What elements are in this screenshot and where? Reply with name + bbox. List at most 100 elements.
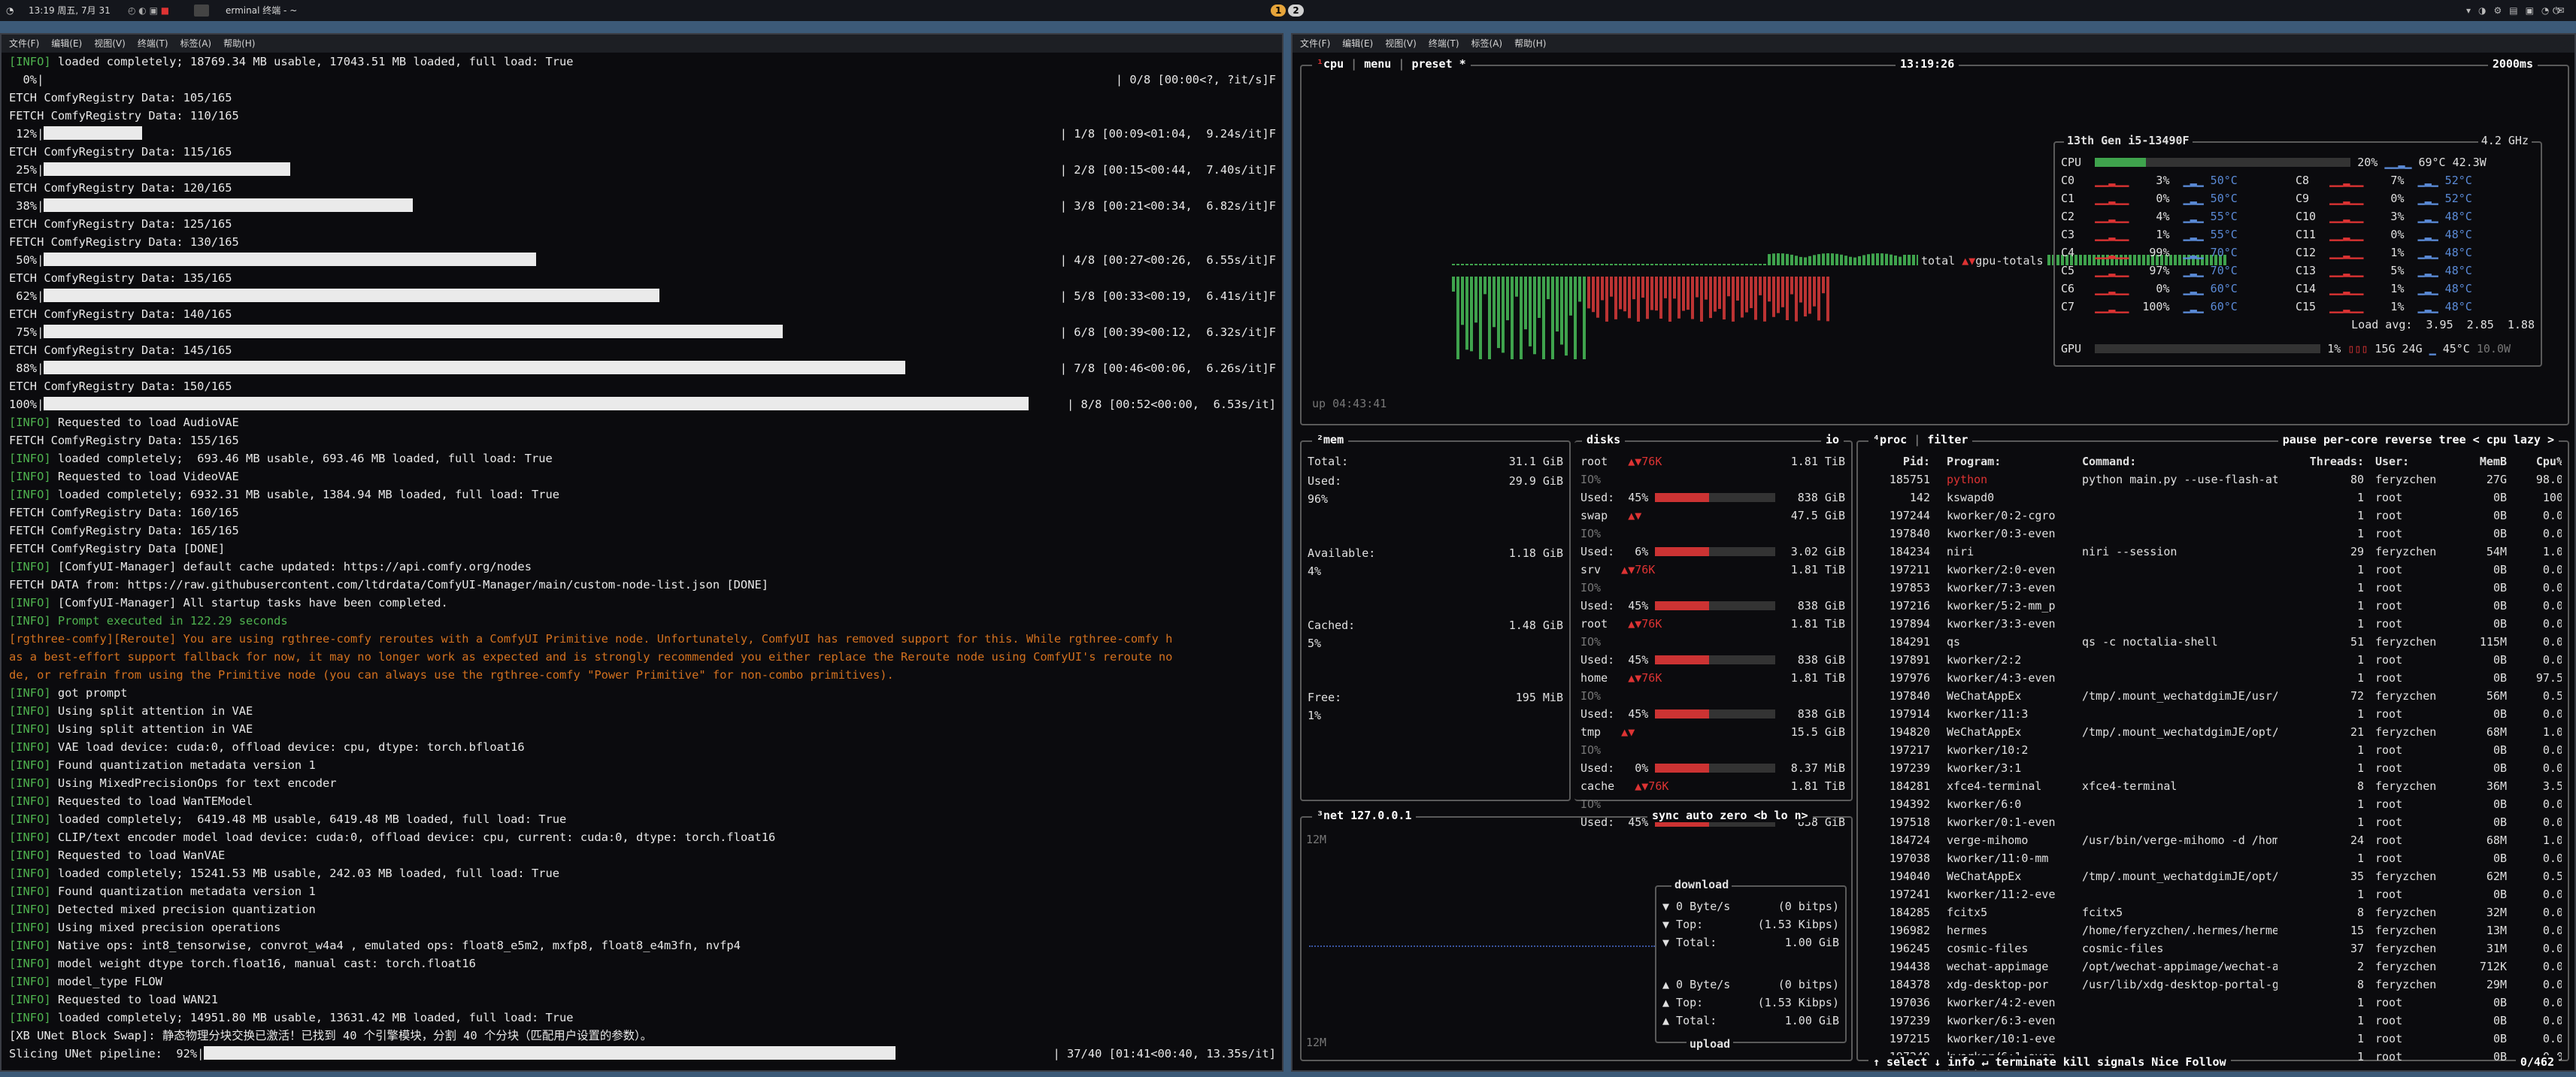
cpu-graph-bar	[1741, 264, 1744, 265]
table-row[interactable]: 197840 WeChatAppEx/tmp/.mount_wechatdgimJ…	[1864, 687, 2562, 705]
btop-window[interactable]: 文件(F) 编辑(E) 视图(V) 终端(T) 标签(A) 帮助(H) ¹cpu | me…	[1291, 33, 2576, 1072]
net-options[interactable]: sync auto zero <b lo n>	[1647, 809, 1813, 822]
menu-item-0[interactable]: 文件(F)	[1300, 38, 1330, 49]
proc-cell: 1	[2356, 563, 2364, 576]
proc-cell: 68M	[2486, 833, 2507, 847]
table-row[interactable]: 184285 fcitx5 fcitx5 8 feryzchen 32M 0.0	[1864, 903, 2562, 921]
gpu-graph-bar	[1601, 277, 1604, 301]
gpu-graph-bar	[1632, 277, 1635, 300]
info-tag: [INFO]	[9, 885, 51, 898]
table-row[interactable]: 197239 kworker/3:1 1 root 0B 0.0	[1864, 759, 2562, 777]
progress-stats: | 2/8 [00:15<00:44, 7.40s/it]F	[1059, 163, 1276, 177]
menu-item-3[interactable]: 终端(T)	[138, 38, 168, 49]
proc-cell: 0B	[2493, 743, 2507, 757]
proc-cell: 197894	[1889, 617, 1930, 631]
table-row[interactable]: 197853 kworker/7:3-even 1 root 0B 0.0	[1864, 579, 2562, 597]
cpu-graph-bar	[1569, 264, 1572, 265]
window-title[interactable]: erminal 终端 - ~	[226, 0, 297, 21]
menu-item-3[interactable]: 终端(T)	[1429, 38, 1459, 49]
table-row[interactable]: 194438 wechat-appimage/opt/wechat-appimag…	[1864, 958, 2562, 976]
table-row[interactable]: 197914 kworker/11:3 1 root 0B 0.0	[1864, 705, 2562, 723]
line-text: loaded completely; 15241.53 MB usable, 2…	[50, 867, 560, 880]
table-row[interactable]: 197211 kworker/2:0-even 1 root 0B 0.0	[1864, 561, 2562, 579]
cpu-graph-bar	[1502, 264, 1505, 265]
proc-footer[interactable]: ↑ select ↓ info ↵ terminate kill signals…	[1868, 1055, 2231, 1069]
table-row[interactable]: 197241 kworker/11:2-eve 1 root 0B 0.0	[1864, 885, 2562, 903]
disk-used-size: 3.02 GiB	[1790, 545, 1845, 558]
table-row[interactable]: 197038 kworker/11:0-mm 1 root 0B 0.0	[1864, 849, 2562, 867]
table-row[interactable]: 197216 kworker/5:2-mm_p 1 root 0B 0.0	[1864, 597, 2562, 615]
gpu-graph-bar	[1596, 277, 1599, 318]
workspace-indicator[interactable]: 12	[1271, 0, 1306, 21]
menu-item-1[interactable]: 编辑(E)	[1342, 38, 1373, 49]
menu-item-5[interactable]: 帮助(H)	[1514, 38, 1546, 49]
cpu-graph-bar	[1759, 264, 1762, 265]
table-row[interactable]: 194040 WeChatAppEx/tmp/.mount_wechatdgimJ…	[1864, 867, 2562, 885]
power-icon[interactable]: ⏻	[2553, 0, 2560, 21]
table-row[interactable]: 184724 verge-mihomo/usr/bin/verge-mihomo …	[1864, 831, 2562, 849]
core-temp: ▁▂▁ 48°C	[2404, 282, 2472, 295]
io-toggle[interactable]: io	[1820, 433, 1844, 446]
disk-io-row: IO%	[1580, 581, 1602, 594]
menu-item-5[interactable]: 帮助(H)	[223, 38, 255, 49]
table-row[interactable]: 197215 kworker/10:1-eve 1 root 0B 0.0	[1864, 1030, 2562, 1048]
table-row[interactable]: 197036 kworker/4:2-even 1 root 0B 0.0	[1864, 994, 2562, 1012]
table-row[interactable]: 197239 kworker/6:3-even 1 root 0B 0.0	[1864, 1012, 2562, 1030]
proc-cell: kworker/11:0-mm	[1947, 852, 2049, 865]
progress-bar	[44, 325, 783, 338]
table-row[interactable]: 197894 kworker/3:3-even 1 root 0B 0.0	[1864, 615, 2562, 633]
table-row[interactable]: 196982 hermes/home/feryzchen/.hermes/herm…	[1864, 921, 2562, 939]
table-row[interactable]: 194392 kworker/6:0 1 root 0B 0.0	[1864, 795, 2562, 813]
info-tag: [INFO]	[9, 776, 51, 790]
table-row[interactable]: 142 kswapd0 1 root 0B 100	[1864, 489, 2562, 507]
info-tag: [INFO]	[9, 470, 51, 483]
table-row[interactable]: 197217 kworker/10:2 1 root 0B 0.0	[1864, 741, 2562, 759]
terminal-window[interactable]: 文件(F) 编辑(E) 视图(V) 终端(T) 标签(A) 帮助(H) [INFO] lo…	[0, 33, 1283, 1072]
menu-item-4[interactable]: 标签(A)	[180, 38, 212, 49]
table-row[interactable]: 184234 niri niri --session 29 feryzchen 54M 1.…	[1864, 543, 2562, 561]
proc-cell: 3.5	[2542, 779, 2562, 793]
line-text: ETCH ComfyRegistry Data: 145/165	[9, 343, 232, 357]
table-row[interactable]: 197518 kworker/0:1-even 1 root 0B 0.0	[1864, 813, 2562, 831]
launcher-icon[interactable]: ◔	[6, 0, 14, 21]
terminal-line: [INFO] loaded completely; 14951.80 MB us…	[9, 1009, 1282, 1027]
cpu-graph-bar	[1488, 264, 1491, 265]
table-row[interactable]: 184281 xfce4-terminal xfce4-terminal 8 feryz…	[1864, 777, 2562, 795]
table-row[interactable]: 194820 WeChatAppEx/tmp/.mount_wechatdgimJ…	[1864, 723, 2562, 741]
core-temp: ▁▂▁ 48°C	[2404, 210, 2472, 223]
menu-item-2[interactable]: 视图(V)	[1385, 38, 1417, 49]
gpu-graph-bar	[1465, 277, 1468, 350]
menu-item-2[interactable]: 视图(V)	[94, 38, 126, 49]
table-row[interactable]: 197891 kworker/2:2 1 root 0B 0.0	[1864, 651, 2562, 669]
proc-options[interactable]: pause per-core reverse tree < cpu lazy >	[2277, 433, 2559, 446]
menu-item-0[interactable]: 文件(F)	[9, 38, 39, 49]
cpu-graph-bar	[1641, 264, 1644, 265]
menu-item-4[interactable]: 标签(A)	[1471, 38, 1503, 49]
line-text: FETCH ComfyRegistry Data: 130/165	[9, 235, 239, 249]
core-pct: 4%	[2135, 210, 2170, 223]
menu-item-1[interactable]: 编辑(E)	[51, 38, 82, 49]
workspace-2[interactable]: 2	[1288, 5, 1304, 17]
cpu-graph-bar	[1515, 264, 1518, 265]
table-row[interactable]: 196245 cosmic-files cosmic-files 37 feryzche…	[1864, 939, 2562, 958]
table-row[interactable]: 184378 xdg-desktop-por/usr/lib/xdg-deskto…	[1864, 976, 2562, 994]
disk-name: root	[1580, 617, 1608, 631]
line-text: [XB UNet Block Swap]: 静态物理分块交换已激活！已找到 40…	[9, 1029, 653, 1042]
workspace-1[interactable]: 1	[1271, 5, 1286, 17]
proc-cell: 197239	[1889, 1014, 1930, 1027]
proc-cell: WeChatAppEx	[1947, 870, 2022, 883]
table-row[interactable]: 184291 qs qs -c noctalia-shell 51 feryzchen 1…	[1864, 633, 2562, 651]
disk-size: 1.81 TiB	[1790, 455, 1845, 468]
line-text: ETCH ComfyRegistry Data: 120/165	[9, 181, 232, 195]
proc-cell: 8	[2356, 906, 2364, 919]
table-row[interactable]: 197840 kworker/0:3-even 1 root 0B 0.0	[1864, 525, 2562, 543]
cpu-graph-bar	[1714, 264, 1717, 265]
table-row[interactable]: 197976 kworker/4:3-even 1 root 0B 97.5	[1864, 669, 2562, 687]
table-row[interactable]: 197244 kworker/0:2-cgro 1 root 0B 0.0	[1864, 507, 2562, 525]
table-row[interactable]: 185751 python python main.py --use-flash-a…	[1864, 470, 2562, 489]
core-spark: ▁▁▂▁▁	[2323, 228, 2371, 241]
interval[interactable]: 2000ms	[2487, 57, 2538, 71]
disk-size: 1.81 TiB	[1790, 671, 1845, 685]
terminal-output[interactable]: [INFO] loaded completely; 18769.34 MB us…	[2, 53, 1282, 1063]
tray-icons: ◴ ◐ ▣ ■	[128, 5, 170, 16]
